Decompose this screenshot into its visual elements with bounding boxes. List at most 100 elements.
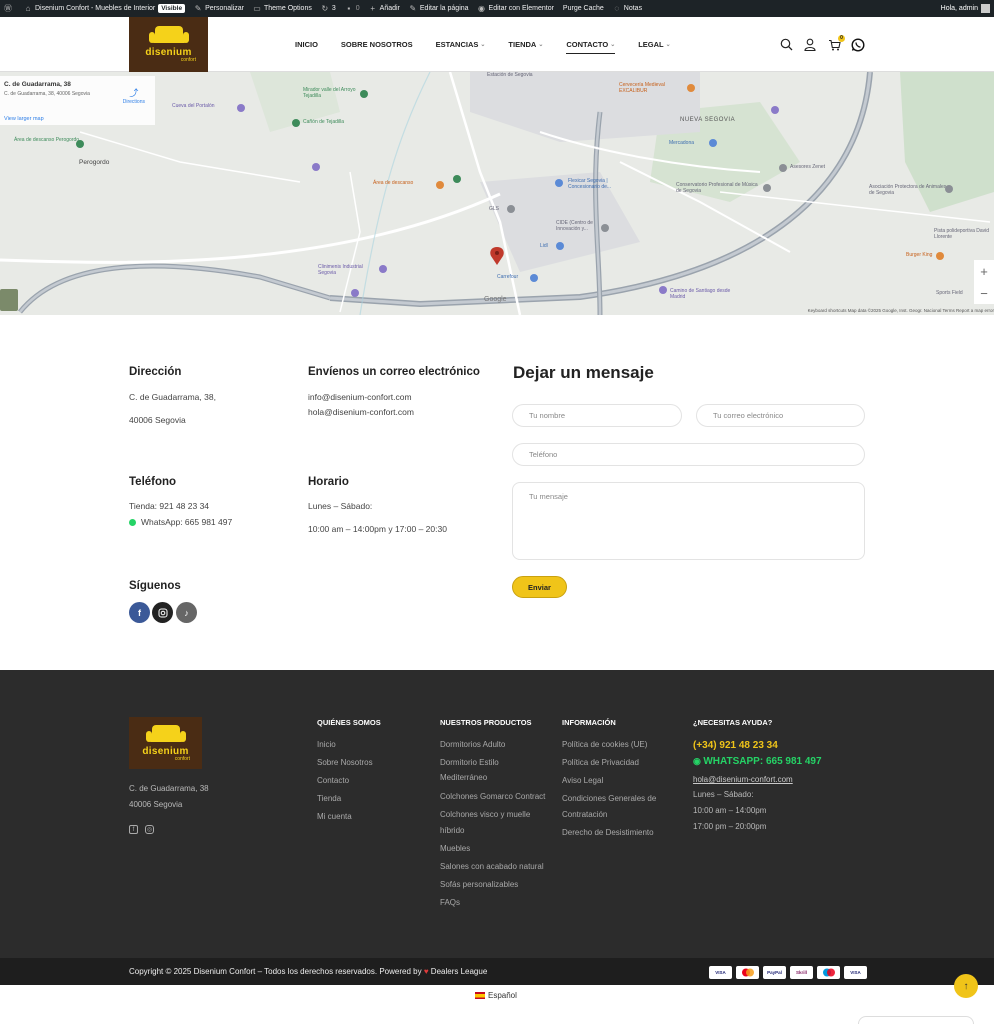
footer-link[interactable]: FAQs — [440, 898, 460, 907]
shop-pin-icon[interactable] — [556, 242, 564, 250]
footer-link[interactable]: Mediterráneo — [440, 773, 487, 782]
language-switcher[interactable]: Español — [475, 991, 517, 1000]
poi-pin-icon[interactable] — [659, 286, 667, 294]
admin-account[interactable]: Hola, admin — [941, 4, 990, 13]
nav-estancias[interactable]: ESTANCIAS ⌄ — [436, 40, 486, 49]
email-link[interactable]: info@disenium-confort.com — [308, 392, 412, 402]
plus-icon: + — [370, 3, 375, 13]
shop-pin-icon[interactable] — [530, 274, 538, 282]
poi-pin-icon[interactable] — [945, 185, 953, 193]
admin-notes[interactable]: ◌ Notas — [613, 4, 642, 13]
admin-comments[interactable]: ▪ 0 — [345, 4, 359, 13]
map-directions[interactable]: ⤴ Directions — [123, 86, 145, 105]
park-pin-icon[interactable] — [360, 90, 368, 98]
footer-whatsapp[interactable]: ◉ WHATSAPP: 665 981 497 — [693, 756, 822, 767]
cart-icon[interactable]: 0 — [827, 34, 845, 52]
dealers-league-link[interactable]: Dealers League — [431, 967, 487, 976]
whatsapp-icon[interactable] — [851, 37, 865, 52]
admin-updates[interactable]: ↻ 3 — [321, 4, 335, 13]
footer-link[interactable]: Muebles — [440, 844, 470, 853]
facebook-icon[interactable]: f — [129, 602, 150, 623]
footer-link[interactable]: Salones con acabado natural — [440, 862, 544, 871]
footer-link-contacto[interactable]: Contacto — [317, 776, 349, 785]
poi-pin-icon[interactable] — [601, 224, 609, 232]
zoom-in-icon[interactable]: + — [980, 264, 988, 279]
footer-link[interactable]: Política de cookies (UE) — [562, 740, 647, 749]
admin-theme-options[interactable]: ▭ Theme Options — [253, 4, 312, 13]
park-pin-icon[interactable] — [76, 140, 84, 148]
footer-link-mi-cuenta[interactable]: Mi cuenta — [317, 812, 352, 821]
park-pin-icon[interactable] — [292, 119, 300, 127]
avatar[interactable] — [981, 4, 990, 13]
footer-link[interactable]: Política de Privacidad — [562, 758, 639, 767]
footer-link-tienda[interactable]: Tienda — [317, 794, 341, 803]
directions-icon[interactable]: ⤴ — [123, 86, 145, 99]
footer-link[interactable]: Colchones Gomarco Contract — [440, 792, 545, 801]
footer-link[interactable]: Dormitorio Estilo — [440, 758, 499, 767]
footer-link-sobre-nosotros[interactable]: Sobre Nosotros — [317, 758, 373, 767]
email-link[interactable]: hola@disenium-confort.com — [308, 407, 414, 417]
poi-pin-icon[interactable] — [312, 163, 320, 171]
poi-pin-icon[interactable] — [237, 104, 245, 112]
poi-pin-icon[interactable] — [763, 184, 771, 192]
chat-widget-tab[interactable] — [858, 1016, 974, 1024]
whatsapp-phone[interactable]: WhatsApp: 665 981 497 — [129, 517, 232, 527]
footer-phone[interactable]: (+34) 921 48 23 34 — [693, 740, 778, 751]
footer-link[interactable]: Dormitorios Adulto — [440, 740, 505, 749]
footer-link[interactable]: Aviso Legal — [562, 776, 603, 785]
nav-sobre-nosotros[interactable]: SOBRE NOSOTROS — [341, 40, 413, 49]
admin-purge-cache[interactable]: Purge Cache — [563, 5, 604, 12]
admin-site-name[interactable]: ⌂ Disenium Confort - Muebles de Interior V… — [24, 4, 186, 13]
tiktok-icon[interactable]: ♪ — [176, 602, 197, 623]
nav-contacto[interactable]: CONTACTO ⌄ — [566, 40, 615, 54]
food-pin-icon[interactable] — [687, 84, 695, 92]
poi-pin-icon[interactable] — [379, 265, 387, 273]
facebook-icon[interactable]: f — [129, 825, 138, 834]
footer-link[interactable]: Condiciones Generales de — [562, 794, 656, 803]
admin-edit-page[interactable]: ✎ Editar la página — [409, 4, 469, 13]
user-icon[interactable] — [803, 38, 817, 52]
phone-input[interactable]: Teléfono — [512, 443, 865, 466]
shop-pin-icon[interactable] — [555, 179, 563, 187]
admin-customize[interactable]: ✎ Personalizar — [194, 4, 244, 13]
email-input[interactable]: Tu correo electrónico — [696, 404, 865, 427]
footer-link[interactable]: híbrido — [440, 826, 464, 835]
instagram-icon[interactable]: ◎ — [145, 825, 154, 834]
instagram-icon[interactable] — [152, 602, 173, 623]
message-textarea[interactable]: Tu mensaje — [512, 482, 865, 560]
footer-link[interactable]: Derecho de Desistimiento — [562, 828, 654, 837]
poi-pin-icon[interactable] — [351, 289, 359, 297]
zoom-out-icon[interactable]: − — [980, 286, 988, 301]
poi-pin-icon[interactable] — [507, 205, 515, 213]
park-pin-icon[interactable] — [453, 175, 461, 183]
nav-legal[interactable]: LEGAL ⌄ — [638, 40, 670, 49]
nav-inicio[interactable]: INICIO — [295, 40, 318, 49]
footer-link-inicio[interactable]: Inicio — [317, 740, 336, 749]
food-pin-icon[interactable] — [936, 252, 944, 260]
footer-logo[interactable]: disenium confort — [129, 717, 202, 769]
admin-edit-elementor[interactable]: ◉ Editar con Elementor — [478, 4, 554, 13]
footer-link[interactable]: Colchones visco y muelle — [440, 810, 530, 819]
search-icon[interactable] — [779, 38, 793, 52]
nav-tienda[interactable]: TIENDA ⌄ — [508, 40, 543, 49]
footer-link[interactable]: Contratación — [562, 810, 607, 819]
poi-pin-icon[interactable] — [779, 164, 787, 172]
form-title: Dejar un mensaje — [513, 363, 654, 382]
map-view-larger-link[interactable]: View larger map — [4, 116, 44, 122]
map-satellite-toggle[interactable] — [0, 289, 18, 311]
name-input[interactable]: Tu nombre — [512, 404, 682, 427]
admin-add-new[interactable]: + Añadir — [369, 3, 400, 13]
wordpress-logo-icon[interactable]: Ⓦ — [4, 4, 15, 13]
shop-pin-icon[interactable] — [709, 139, 717, 147]
food-pin-icon[interactable] — [436, 181, 444, 189]
google-map[interactable]: C. de Guadarrama, 38 C. de Guadarrama, 3… — [0, 72, 994, 315]
footer-link[interactable]: Sofás personalizables — [440, 880, 518, 889]
send-button[interactable]: Enviar — [512, 576, 567, 598]
map-attribution[interactable]: Keyboard shortcuts Map data ©2025 Google… — [808, 308, 994, 313]
shop-phone[interactable]: Tienda: 921 48 23 34 — [129, 501, 209, 511]
site-logo[interactable]: disenium confort — [129, 17, 208, 72]
footer-col-title: QUIÉNES SOMOS — [317, 718, 381, 727]
footer-email[interactable]: hola@disenium-confort.com — [693, 775, 793, 784]
scroll-to-top-button[interactable]: ↑ — [954, 974, 978, 998]
poi-pin-icon[interactable] — [771, 106, 779, 114]
